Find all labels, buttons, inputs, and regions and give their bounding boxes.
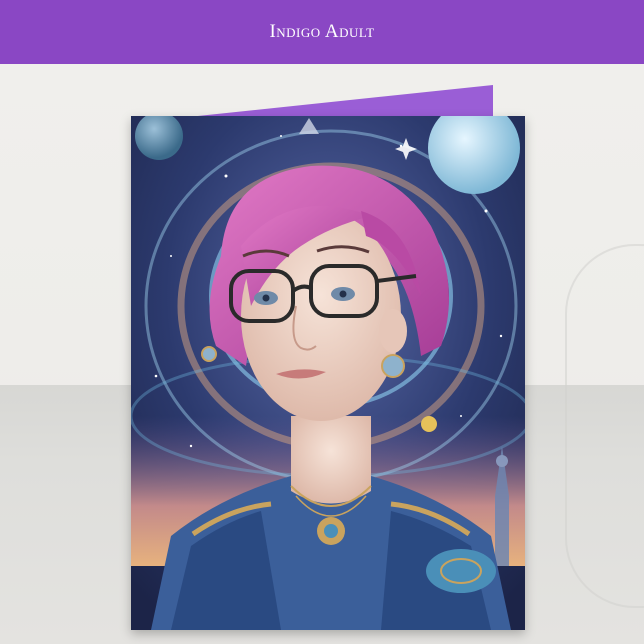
category-title: Indigo Adult: [269, 21, 375, 42]
category-banner: Indigo Adult: [0, 0, 644, 64]
blurred-mug: [565, 244, 644, 608]
card-artwork: [131, 116, 525, 630]
planet-small: [421, 416, 437, 432]
greeting-card-front[interactable]: [131, 116, 525, 630]
tower: [495, 446, 509, 566]
